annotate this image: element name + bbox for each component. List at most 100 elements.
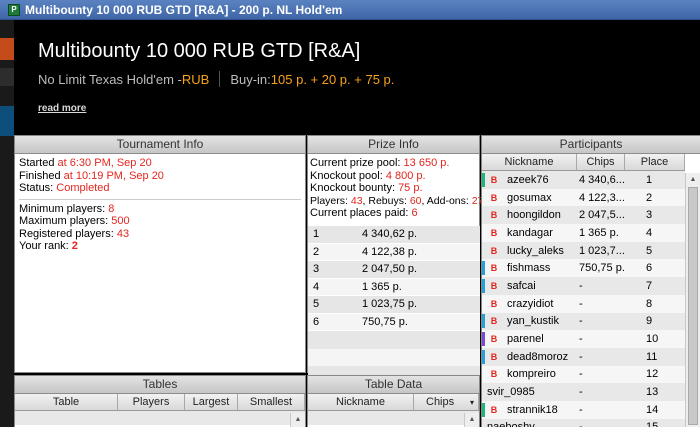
participant-chips: - bbox=[579, 403, 583, 416]
game-type: No Limit Texas Hold'em - bbox=[38, 71, 182, 87]
participant-chips: 2 047,5... bbox=[579, 209, 625, 222]
tournament-info-heading: Tournament Info bbox=[15, 136, 305, 154]
column-largest[interactable]: Largest bbox=[185, 394, 238, 410]
desktop-icon[interactable] bbox=[0, 68, 14, 86]
participant-name: kompreiro bbox=[507, 368, 556, 381]
scroll-up-icon[interactable]: ▲ bbox=[686, 173, 700, 185]
participant-row[interactable]: Bazeek76 4 340,6... 1 bbox=[482, 171, 685, 189]
player-note-color-icon bbox=[482, 208, 485, 222]
prize-place: 3 bbox=[313, 263, 320, 276]
participants-scrollbar[interactable]: ▲ bbox=[685, 173, 700, 427]
participant-chips: - bbox=[579, 279, 583, 292]
participant-row[interactable]: Bgosumax 4 122,3... 2 bbox=[482, 188, 685, 207]
prize-info-panel: Prize Info Current prize pool: 13 650 p.… bbox=[307, 135, 484, 384]
sort-desc-icon: ▾ bbox=[469, 397, 474, 407]
participant-row[interactable]: svir_0985 - 13 bbox=[482, 383, 685, 401]
prize-place: 4 bbox=[313, 280, 320, 293]
participants-list: Bazeek76 4 340,6... 1 Bgosumax 4 122,3... 2 Bh… bbox=[482, 171, 685, 427]
min-players-line: Minimum players: 8 bbox=[19, 202, 115, 215]
player-note-color-icon bbox=[482, 244, 485, 258]
participant-place: 5 bbox=[646, 244, 653, 257]
participant-chips: - bbox=[579, 386, 583, 399]
knockout-pool-line: Knockout pool: 4 800 p. bbox=[310, 169, 426, 182]
participant-row[interactable]: Bparenel - 10 bbox=[482, 330, 685, 348]
player-note-color-icon bbox=[482, 314, 485, 329]
participant-row[interactable]: Byan_kustik - 9 bbox=[482, 312, 685, 331]
participant-name: fishmass bbox=[507, 262, 551, 275]
finished-line: Finished at 10:19 PM, Sep 20 bbox=[19, 169, 164, 182]
scroll-up-icon[interactable]: ▲ bbox=[465, 413, 479, 425]
column-chips[interactable]: Chips bbox=[577, 154, 625, 170]
tournament-header: Multibounty 10 000 RUB GTD [R&A] No Limi… bbox=[14, 20, 700, 134]
participant-place: 7 bbox=[646, 279, 653, 292]
participant-place: 12 bbox=[646, 368, 659, 381]
participant-chips: 4 122,3... bbox=[579, 191, 625, 204]
column-table[interactable]: Table bbox=[15, 394, 118, 410]
participant-chips: - bbox=[579, 350, 583, 363]
prize-row: 6 750,75 p. bbox=[308, 313, 480, 331]
places-paid-line: Current places paid: 6 bbox=[310, 207, 418, 219]
desktop-icon[interactable] bbox=[0, 106, 14, 136]
participant-chips: - bbox=[579, 368, 583, 381]
bounty-icon: B bbox=[490, 404, 498, 415]
column-nickname[interactable]: Nickname bbox=[482, 154, 577, 170]
participant-chips: 750,75 p. bbox=[579, 262, 625, 275]
column-players[interactable]: Players bbox=[118, 394, 185, 410]
participant-name: strannik18 bbox=[507, 403, 558, 416]
participant-name: gosumax bbox=[507, 191, 552, 204]
bounty-icon: B bbox=[490, 298, 498, 309]
bounty-icon: B bbox=[490, 210, 498, 221]
participant-chips: - bbox=[579, 297, 583, 310]
participant-place: 4 bbox=[646, 226, 653, 239]
table-data-scrollbar[interactable]: ▲ bbox=[464, 413, 479, 427]
scroll-up-icon[interactable]: ▲ bbox=[291, 413, 305, 425]
player-note-color-icon bbox=[482, 278, 485, 293]
participant-row[interactable]: Bcrazyidiot - 8 bbox=[482, 294, 685, 313]
players-rebuys-line: Players: 43, Rebuys: 60, Add-ons: 27 bbox=[310, 194, 484, 207]
prize-amount: 4 122,38 p. bbox=[362, 245, 418, 258]
table-data-column-header: Nickname Chips ▾ bbox=[308, 394, 479, 411]
participant-chips: 1 023,7... bbox=[579, 244, 625, 257]
participant-row[interactable]: Bfishmass 750,75 p. 6 bbox=[482, 259, 685, 278]
desktop-strip bbox=[0, 20, 14, 427]
participant-row[interactable]: Bkompreiro - 12 bbox=[482, 365, 685, 384]
prize-amount: 1 365 p. bbox=[362, 280, 402, 293]
table-data-heading: Table Data bbox=[308, 376, 479, 394]
participant-row[interactable]: Bkandagar 1 365 p. 4 bbox=[482, 224, 685, 242]
participant-chips: - bbox=[577, 421, 625, 427]
table-data-panel: Table Data Nickname Chips ▾ ▲ bbox=[307, 375, 480, 427]
scroll-thumb[interactable] bbox=[688, 187, 698, 425]
column-chips[interactable]: Chips ▾ bbox=[414, 394, 479, 410]
window-titlebar[interactable]: P Multibounty 10 000 RUB GTD [R&A] - 200… bbox=[0, 0, 700, 20]
participant-name: naeboshy bbox=[487, 421, 535, 427]
prize-place: 6 bbox=[313, 315, 320, 328]
bounty-icon: B bbox=[490, 192, 498, 203]
participant-row[interactable]: Blucky_aleks 1 023,7... 5 bbox=[482, 241, 685, 260]
player-note-color-icon bbox=[482, 261, 485, 276]
column-nickname[interactable]: Nickname bbox=[308, 394, 414, 410]
desktop-icon[interactable] bbox=[0, 38, 14, 60]
participant-chips: - bbox=[579, 333, 583, 346]
bounty-icon: B bbox=[490, 316, 498, 327]
prize-place: 5 bbox=[313, 298, 320, 311]
currency: RUB bbox=[181, 71, 210, 87]
participant-name: safcai bbox=[507, 279, 536, 292]
divider bbox=[219, 71, 221, 87]
read-more-link[interactable]: read more bbox=[38, 103, 86, 114]
tables-scrollbar[interactable]: ▲ bbox=[290, 413, 305, 427]
prize-amount: 1 023,75 p. bbox=[362, 298, 418, 311]
participant-row[interactable]: Bsafcai - 7 bbox=[482, 277, 685, 295]
column-smallest[interactable]: Smallest bbox=[238, 394, 305, 410]
status-line: Status: Completed bbox=[19, 182, 110, 194]
participant-place: 3 bbox=[646, 209, 653, 222]
participant-row[interactable]: naeboshy -15 bbox=[482, 418, 685, 427]
participant-place: 2 bbox=[646, 191, 653, 204]
participant-row[interactable]: Bdead8moroz - 11 bbox=[482, 347, 685, 366]
column-place[interactable]: Place bbox=[625, 154, 685, 170]
buyin-label: Buy-in: bbox=[230, 71, 271, 87]
prize-amount: 750,75 p. bbox=[362, 315, 408, 328]
participant-row[interactable]: Bstrannik18 - 14 bbox=[482, 400, 685, 419]
participant-name: hoongildon bbox=[507, 209, 561, 222]
participant-place: 1 bbox=[646, 173, 653, 186]
participant-row[interactable]: Bhoongildon 2 047,5... 3 bbox=[482, 206, 685, 225]
